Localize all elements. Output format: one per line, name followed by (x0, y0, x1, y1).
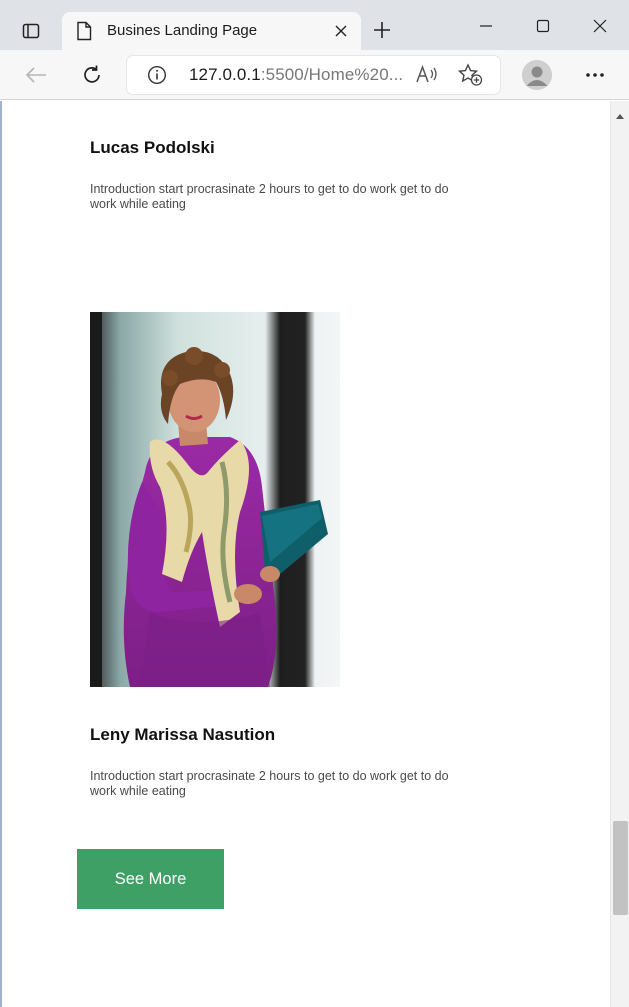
add-favorite-icon[interactable] (457, 63, 483, 92)
member-name: Leny Marissa Nasution (90, 725, 276, 744)
address-url[interactable]: 127.0.0.1:5500/Home%20... (189, 65, 403, 85)
browser-toolbar: 127.0.0.1:5500/Home%20... (0, 50, 629, 100)
info-icon[interactable] (147, 65, 167, 90)
member-name: Lucas Podolski (90, 138, 215, 157)
page-viewport: Lucas Podolski Introduction start procra… (0, 101, 629, 1007)
scroll-up-arrow-icon[interactable] (615, 107, 625, 125)
window-close-icon[interactable] (580, 8, 620, 44)
member-intro: Introduction start procrasinate 2 hours … (90, 182, 449, 211)
refresh-icon[interactable] (76, 60, 108, 90)
profile-avatar-icon[interactable] (522, 60, 552, 90)
minimize-icon[interactable] (466, 8, 506, 44)
window-edge (0, 101, 2, 1007)
scrollbar-thumb[interactable] (613, 821, 628, 915)
tab-bar: Busines Landing Page (0, 0, 629, 50)
url-host: 127.0.0.1 (189, 65, 261, 84)
member-photo (90, 312, 340, 687)
page-icon (76, 21, 92, 46)
close-icon[interactable] (331, 21, 351, 41)
see-more-button[interactable]: See More (77, 849, 224, 909)
back-arrow-icon[interactable] (20, 60, 52, 90)
tab-title: Busines Landing Page (107, 22, 258, 39)
address-bar[interactable]: 127.0.0.1:5500/Home%20... (127, 56, 500, 94)
maximize-icon[interactable] (523, 8, 563, 44)
tab-actions-icon[interactable] (12, 12, 50, 50)
more-icon[interactable] (580, 60, 610, 90)
vertical-scrollbar[interactable] (610, 101, 629, 1007)
plus-icon[interactable] (368, 16, 396, 44)
url-path: :5500/Home%20... (260, 65, 404, 84)
member-intro: Introduction start procrasinate 2 hours … (90, 769, 449, 798)
read-aloud-icon[interactable] (415, 64, 439, 91)
active-tab[interactable]: Busines Landing Page (62, 12, 361, 50)
